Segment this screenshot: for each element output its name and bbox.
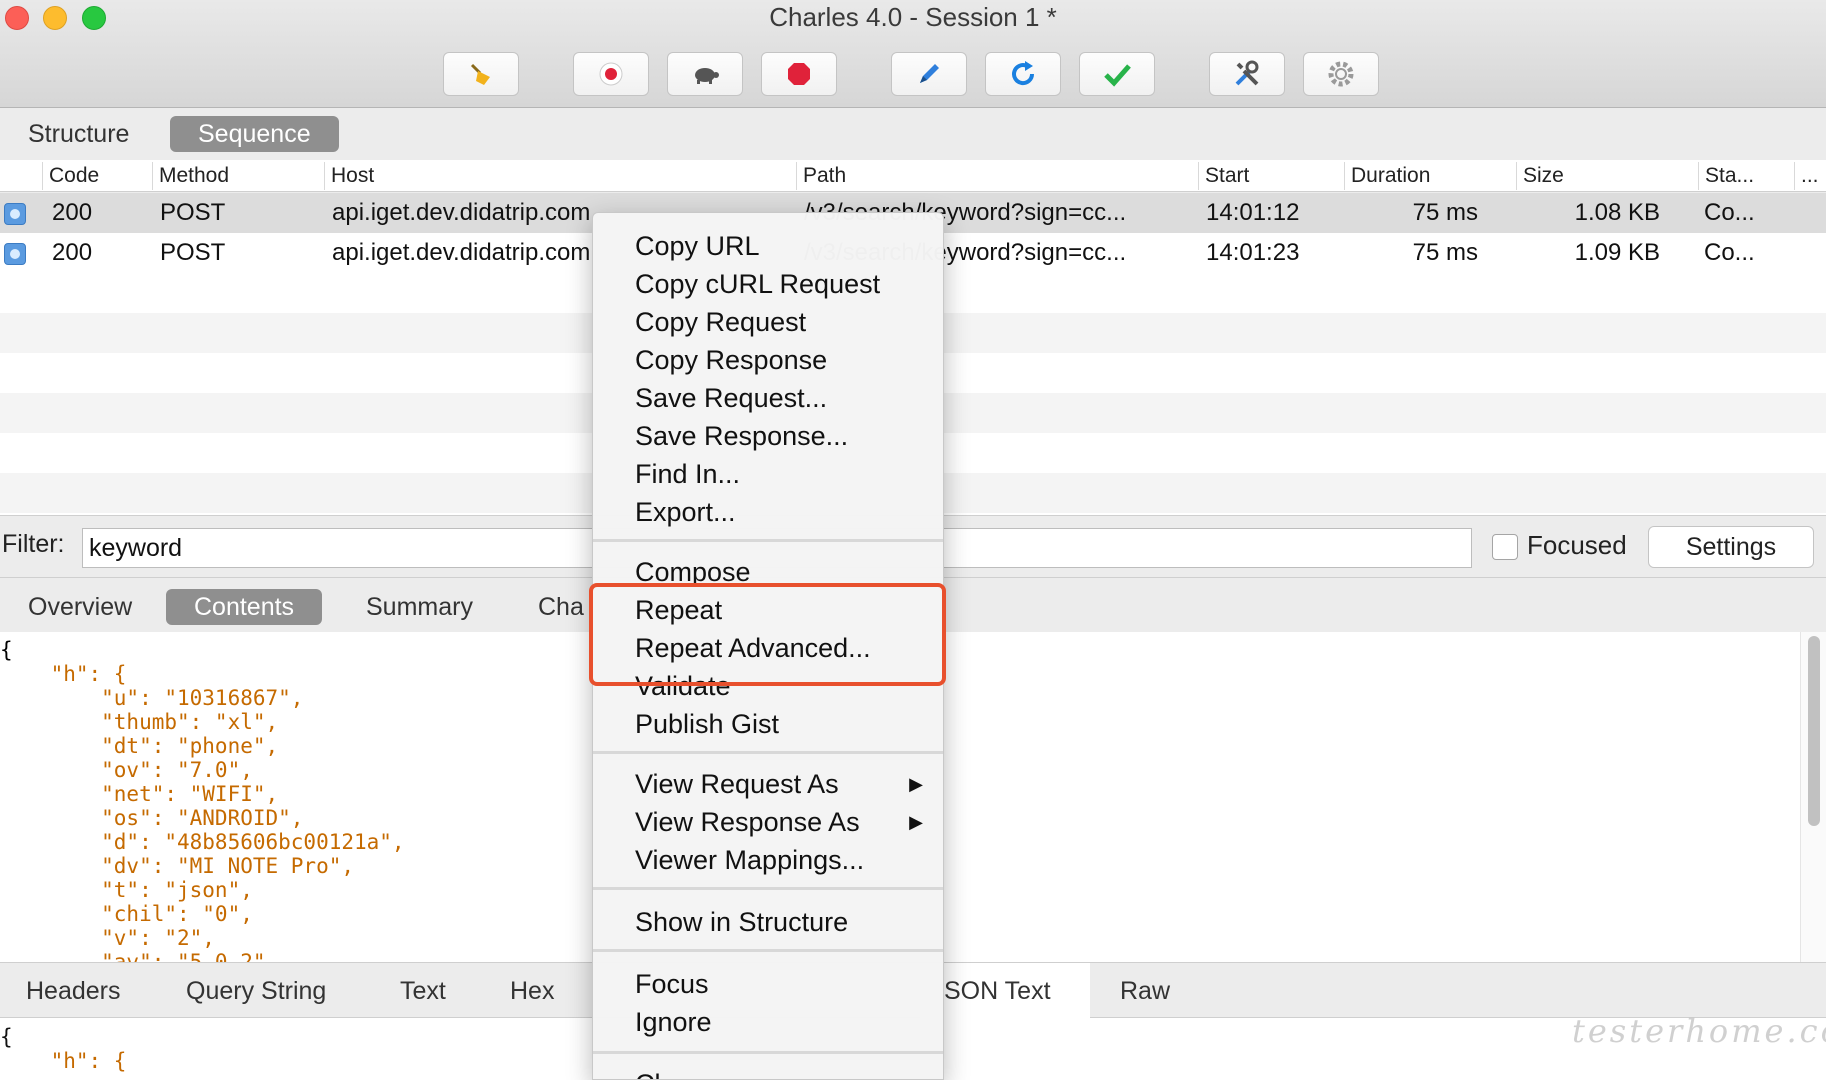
settings-toolbar-button[interactable] (1303, 52, 1379, 96)
tab-text[interactable]: Text (374, 963, 472, 1019)
menu-item-copy-request[interactable]: Copy Request (593, 303, 943, 341)
menu-separator (593, 751, 943, 754)
menu-item-viewer-mappings[interactable]: Viewer Mappings... (593, 841, 943, 879)
repeat-button[interactable] (985, 52, 1061, 96)
tab-headers[interactable]: Headers (0, 963, 147, 1019)
menu-item-save-request[interactable]: Save Request... (593, 379, 943, 417)
menu-item-label: View Response As (635, 807, 860, 837)
request-icon (4, 243, 26, 265)
compose-button[interactable] (891, 52, 967, 96)
submenu-arrow-icon: ▶ (909, 812, 923, 832)
column-header-status[interactable]: Sta... (1698, 162, 1792, 190)
tab-structure[interactable]: Structure (0, 116, 157, 152)
filter-settings-button[interactable]: Settings (1648, 526, 1814, 568)
tab-hex[interactable]: Hex (484, 963, 580, 1019)
request-scrollbar[interactable] (1800, 632, 1826, 962)
tab-contents[interactable]: Contents (166, 589, 323, 625)
menu-item-view-request-as[interactable]: View Request As ▶ (593, 765, 943, 803)
menu-item-copy-response[interactable]: Copy Response (593, 341, 943, 379)
broom-icon (470, 63, 490, 85)
column-header-host[interactable]: Host (324, 162, 794, 190)
clear-session-button[interactable] (443, 52, 519, 96)
menu-item-focus[interactable]: Focus (593, 965, 943, 1003)
cell-code: 200 (52, 239, 93, 266)
menu-item-find-in[interactable]: Find In... (593, 455, 943, 493)
cell-duration: 75 ms (1412, 239, 1478, 266)
cell-status: Co... (1704, 239, 1755, 266)
cell-start: 14:01:23 (1206, 239, 1300, 266)
menu-separator (593, 539, 943, 542)
menu-item-view-response-as[interactable]: View Response As ▶ (593, 803, 943, 841)
menu-item-copy-url[interactable]: Copy URL (593, 227, 943, 265)
column-header-more[interactable]: ... (1794, 162, 1826, 190)
pen-icon (920, 64, 939, 83)
request-icon (4, 203, 26, 225)
watermark: testerhome.com (1572, 1012, 1826, 1050)
gear-icon (1328, 61, 1354, 87)
column-header-duration[interactable]: Duration (1344, 162, 1514, 190)
menu-item-export[interactable]: Export... (593, 493, 943, 531)
menu-item-ignore[interactable]: Ignore (593, 1003, 943, 1041)
cell-code: 200 (52, 199, 93, 226)
column-header-start[interactable]: Start (1198, 162, 1342, 190)
sequence-table-header: Code Method Host Path Start Duration Siz… (0, 160, 1826, 192)
cell-size: 1.09 KB (1574, 239, 1660, 266)
tab-overview[interactable]: Overview (0, 589, 160, 625)
cell-method: POST (160, 199, 226, 226)
cell-start: 14:01:12 (1206, 199, 1300, 226)
menu-item-copy-curl-request[interactable]: Copy cURL Request (593, 265, 943, 303)
tools-icon (1235, 60, 1259, 86)
breakpoints-button[interactable] (761, 52, 837, 96)
tab-summary[interactable]: Summary (338, 589, 501, 625)
scrollbar-thumb[interactable] (1808, 636, 1820, 826)
menu-item-repeat-advanced[interactable]: Repeat Advanced... (593, 629, 943, 667)
menu-separator (593, 887, 943, 890)
stop-icon (788, 63, 810, 85)
validate-button[interactable] (1079, 52, 1155, 96)
column-header-code[interactable]: Code (42, 162, 150, 190)
column-header-size[interactable]: Size (1516, 162, 1696, 190)
throttle-button[interactable] (667, 52, 743, 96)
view-mode-tabs: Structure Sequence (0, 108, 1826, 160)
menu-item-validate[interactable]: Validate (593, 667, 943, 705)
menu-item-publish-gist[interactable]: Publish Gist (593, 705, 943, 743)
cell-status: Co... (1704, 199, 1755, 226)
column-header-method[interactable]: Method (152, 162, 322, 190)
column-header-path[interactable]: Path (796, 162, 1196, 190)
tools-button[interactable] (1209, 52, 1285, 96)
menu-separator (593, 1051, 943, 1054)
record-icon (599, 62, 623, 86)
cell-size: 1.08 KB (1574, 199, 1660, 226)
context-menu: Copy URL Copy cURL Request Copy Request … (592, 212, 944, 1080)
checkmark-icon (1104, 64, 1131, 87)
menu-item-compose[interactable]: Compose (593, 553, 943, 591)
menu-item-save-response[interactable]: Save Response... (593, 417, 943, 455)
menu-item-repeat[interactable]: Repeat (593, 591, 943, 629)
focused-label[interactable]: Focused (1527, 530, 1627, 561)
menu-item-label: View Request As (635, 769, 839, 799)
menu-separator (593, 949, 943, 952)
window-titlebar: Charles 4.0 - Session 1 * (0, 0, 1826, 108)
cell-duration: 75 ms (1412, 199, 1478, 226)
tab-sequence[interactable]: Sequence (170, 116, 339, 152)
record-button[interactable] (573, 52, 649, 96)
window-title: Charles 4.0 - Session 1 * (769, 2, 1057, 32)
menu-item-clear[interactable]: Cl (593, 1065, 943, 1079)
focused-checkbox[interactable] (1492, 534, 1518, 560)
refresh-icon (1012, 61, 1035, 86)
submenu-arrow-icon: ▶ (909, 774, 923, 794)
tab-json-text[interactable]: SON Text (920, 963, 1090, 1019)
turtle-icon (695, 68, 719, 84)
tab-raw[interactable]: Raw (1094, 963, 1196, 1019)
cell-method: POST (160, 239, 226, 266)
filter-label: Filter: (2, 530, 65, 558)
tab-query-string[interactable]: Query String (160, 963, 352, 1019)
menu-item-show-in-structure[interactable]: Show in Structure (593, 903, 943, 941)
